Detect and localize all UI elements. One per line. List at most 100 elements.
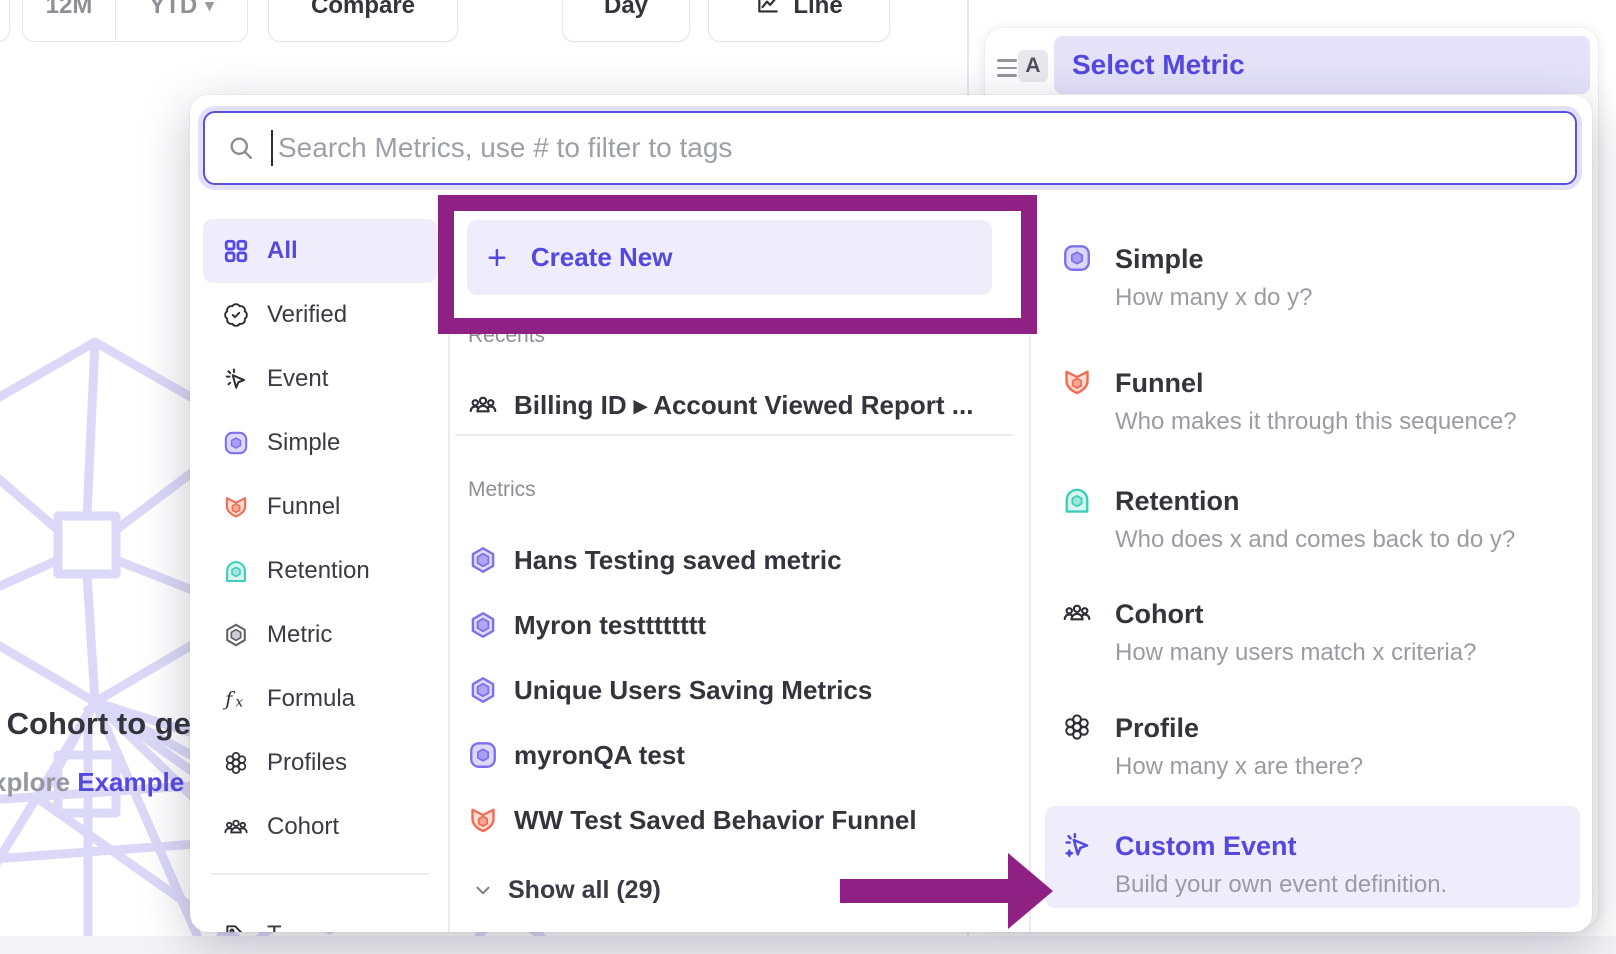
metric-list-item[interactable]: myronQA test — [468, 729, 1028, 781]
type-title: Cohort — [1115, 599, 1203, 630]
category-profiles[interactable]: Profiles — [203, 731, 437, 795]
svg-text:x: x — [235, 695, 243, 711]
app-root: 12M YTD ▾ Compare Day Line — [0, 0, 1616, 954]
tag-icon — [223, 922, 249, 933]
metric-item-label: Hans Testing saved metric — [514, 545, 842, 576]
chart-type-label: Line — [793, 0, 842, 20]
example-reports-link[interactable]: Example R — [77, 767, 192, 797]
empty-state-explore-line: xplore Example R — [0, 767, 192, 798]
clipped-left-button[interactable] — [0, 0, 10, 42]
type-row-custom-event[interactable]: Custom Event Build your own event defini… — [1029, 821, 1592, 932]
chart-type-button[interactable]: Line — [708, 0, 890, 42]
profiles-icon — [223, 750, 249, 776]
recent-item[interactable]: Billing ID ▸ Account Viewed Report ... — [468, 383, 1028, 427]
simple-metric-icon — [468, 740, 498, 770]
category-all[interactable]: All — [203, 219, 437, 283]
metric-item-label: myronQA test — [514, 740, 685, 771]
category-simple[interactable]: Simple — [203, 411, 437, 475]
date-range-ytd-button[interactable]: YTD ▾ — [115, 0, 247, 41]
retention-icon — [223, 558, 249, 584]
retention-icon — [1062, 485, 1092, 515]
type-description: How many users match x criteria? — [1115, 639, 1476, 667]
type-row-funnel[interactable]: Funnel Who makes it through this sequenc… — [1029, 358, 1592, 476]
funnel-icon — [223, 494, 249, 520]
category-label: Event — [267, 365, 328, 393]
annotation-highlight-box — [438, 195, 1037, 334]
metric-hexagon-icon — [223, 622, 249, 648]
select-metric-button[interactable]: Select Metric — [1054, 36, 1590, 94]
simple-metric-icon — [1062, 243, 1092, 273]
category-label: T — [267, 921, 282, 933]
line-chart-icon — [755, 0, 781, 19]
funnel-icon — [1062, 367, 1092, 397]
custom-event-icon — [1062, 830, 1092, 860]
metric-list-item[interactable]: Myron testttttttt — [468, 599, 1028, 651]
metric-item-label: Myron testttttttt — [514, 610, 706, 641]
category-label: All — [267, 237, 298, 265]
event-cursor-icon — [223, 366, 249, 392]
drag-handle-icon[interactable] — [997, 59, 1017, 82]
show-all-label: Show all (29) — [508, 876, 661, 905]
category-metric[interactable]: Metric — [203, 603, 437, 667]
metric-list-item[interactable]: WW Test Saved Behavior Funnel — [468, 794, 1028, 846]
cohort-people-icon — [1062, 598, 1092, 628]
chevron-down-icon — [472, 879, 494, 901]
compare-button[interactable]: Compare — [268, 0, 458, 42]
show-all-button[interactable]: Show all (29) — [472, 870, 661, 910]
empty-state-headline-fragment: r Cohort to ge — [0, 706, 191, 742]
cohort-people-icon — [223, 814, 249, 840]
category-verified[interactable]: Verified — [203, 283, 437, 347]
category-cohort[interactable]: Cohort — [203, 795, 437, 859]
explore-prefix: xplore — [0, 767, 77, 797]
search-icon — [227, 134, 255, 162]
type-title: Simple — [1115, 244, 1204, 275]
category-formula[interactable]: ƒ x Formula — [203, 667, 437, 731]
category-label: Cohort — [267, 813, 339, 841]
category-event[interactable]: Event — [203, 347, 437, 411]
type-title: Funnel — [1115, 368, 1204, 399]
category-label: Formula — [267, 685, 355, 713]
category-tags-partial[interactable]: T — [203, 903, 437, 933]
simple-metric-icon — [223, 430, 249, 456]
type-description: How many x do y? — [1115, 284, 1312, 312]
footer-band — [0, 936, 1616, 954]
metrics-section-title: Metrics — [468, 478, 536, 502]
series-badge: A — [1018, 50, 1048, 82]
category-retention[interactable]: Retention — [203, 539, 437, 603]
metric-item-label: Unique Users Saving Metrics — [514, 675, 872, 706]
category-funnel[interactable]: Funnel — [203, 475, 437, 539]
type-description: Build your own event definition. — [1115, 871, 1447, 899]
funnel-icon — [468, 805, 498, 835]
type-row-retention[interactable]: Retention Who does x and comes back to d… — [1029, 476, 1592, 594]
text-caret — [271, 130, 273, 166]
cohort-people-icon — [468, 390, 498, 420]
category-label: Retention — [267, 557, 370, 585]
metric-item-label: WW Test Saved Behavior Funnel — [514, 805, 917, 836]
verified-badge-icon — [223, 302, 249, 328]
date-range-12m-button[interactable]: 12M — [23, 0, 115, 41]
type-row-cohort[interactable]: Cohort How many users match x criteria? — [1029, 589, 1592, 707]
category-filter-list: All Verified Event — [203, 219, 437, 932]
type-title: Custom Event — [1115, 831, 1297, 862]
type-title: Profile — [1115, 713, 1199, 744]
granularity-button[interactable]: Day — [562, 0, 690, 42]
metric-list-item[interactable]: Unique Users Saving Metrics — [468, 664, 1028, 716]
type-description: Who does x and comes back to do y? — [1115, 526, 1515, 554]
type-row-simple[interactable]: Simple How many x do y? — [1029, 234, 1592, 352]
hexagon-metric-icon — [468, 545, 498, 575]
section-divider — [455, 434, 1013, 436]
category-label: Profiles — [267, 749, 347, 777]
grid-icon — [223, 238, 249, 264]
metric-list-item[interactable]: Hans Testing saved metric — [468, 534, 1028, 586]
metric-search[interactable] — [203, 111, 1577, 185]
category-label: Metric — [267, 621, 332, 649]
chevron-down-icon: ▾ — [205, 0, 214, 16]
hexagon-metric-icon — [468, 675, 498, 705]
date-range-control: 12M YTD ▾ — [22, 0, 248, 42]
category-label: Simple — [267, 429, 340, 457]
svg-text:ƒ: ƒ — [223, 688, 236, 711]
type-row-profile[interactable]: Profile How many x are there? — [1029, 703, 1592, 821]
date-range-ytd-label: YTD — [149, 0, 197, 20]
search-input[interactable] — [276, 131, 1553, 165]
category-label: Verified — [267, 301, 347, 329]
